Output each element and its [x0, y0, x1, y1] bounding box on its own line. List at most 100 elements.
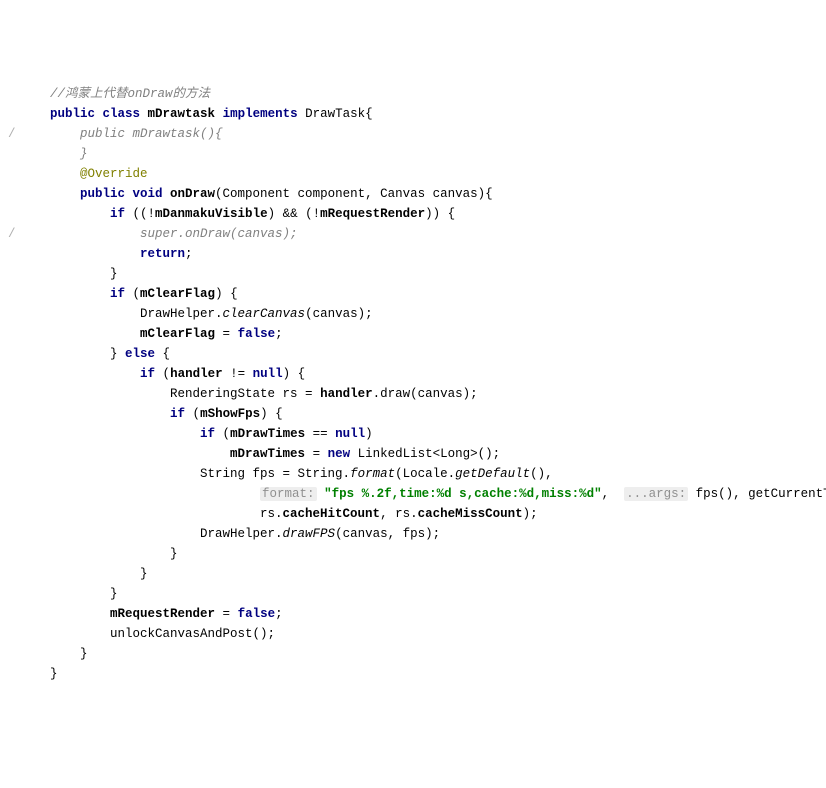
code-token: //鸿蒙上代替onDraw的方法: [20, 87, 210, 101]
code-token: [20, 607, 110, 621]
code-token: ) && (!: [268, 207, 321, 221]
code-line[interactable]: }: [8, 644, 826, 664]
code-line[interactable]: }: [8, 564, 826, 584]
code-line[interactable]: String fps = String.format(Locale.getDef…: [8, 464, 826, 484]
code-line[interactable]: @Override: [8, 164, 826, 184]
code-token: }: [20, 547, 178, 561]
code-line[interactable]: if (mDrawTimes == null): [8, 424, 826, 444]
code-token: ) {: [260, 407, 283, 421]
code-token: ): [365, 427, 373, 441]
code-content: rs.cacheHitCount, rs.cacheMissCount);: [20, 507, 538, 521]
code-token: [20, 447, 230, 461]
code-token: unlockCanvasAndPost();: [20, 627, 275, 641]
code-content: if (handler != null) {: [20, 367, 305, 381]
code-line[interactable]: }: [8, 584, 826, 604]
code-content: @Override: [20, 167, 148, 181]
code-token: ;: [275, 327, 283, 341]
code-token: DrawHelper.: [20, 527, 283, 541]
code-token: if: [140, 367, 163, 381]
code-line[interactable]: public class mDrawtask implements DrawTa…: [8, 104, 826, 124]
code-token: mDrawtask: [148, 107, 223, 121]
code-token: public mDrawtask(){: [20, 127, 223, 141]
code-line[interactable]: }: [8, 144, 826, 164]
code-token: (),: [530, 467, 553, 481]
code-line[interactable]: } else {: [8, 344, 826, 364]
code-line[interactable]: mRequestRender = false;: [8, 604, 826, 624]
code-line[interactable]: RenderingState rs = handler.draw(canvas)…: [8, 384, 826, 404]
code-token: }: [20, 347, 125, 361]
code-token: if: [110, 287, 133, 301]
code-line[interactable]: mClearFlag = false;: [8, 324, 826, 344]
code-content: public class mDrawtask implements DrawTa…: [20, 107, 373, 121]
code-token: new: [328, 447, 358, 461]
code-line[interactable]: mDrawTimes = new LinkedList<Long>();: [8, 444, 826, 464]
code-content: DrawHelper.drawFPS(canvas, fps);: [20, 527, 440, 541]
code-token: =: [223, 327, 238, 341]
code-token: implements: [223, 107, 306, 121]
code-token: ) {: [283, 367, 306, 381]
code-token: (Locale.: [395, 467, 455, 481]
code-token: }: [20, 587, 118, 601]
code-token: mDrawTimes: [230, 447, 313, 461]
code-token: [20, 207, 110, 221]
code-token: rs.: [20, 507, 283, 521]
code-token: DrawHelper.: [20, 307, 223, 321]
code-line[interactable]: rs.cacheHitCount, rs.cacheMissCount);: [8, 504, 826, 524]
code-token: DrawTask{: [305, 107, 373, 121]
code-token: (canvas, fps);: [335, 527, 440, 541]
code-token: (canvas);: [305, 307, 373, 321]
code-content: RenderingState rs = handler.draw(canvas)…: [20, 387, 478, 401]
code-line[interactable]: }: [8, 264, 826, 284]
code-token: =: [223, 607, 238, 621]
code-token: "fps %.2f,time:%d s,cache:%d,miss:%d": [324, 487, 602, 501]
code-line[interactable]: return;: [8, 244, 826, 264]
code-line[interactable]: / super.onDraw(canvas);: [8, 224, 826, 244]
code-token: !=: [230, 367, 253, 381]
code-token: , rs.: [380, 507, 418, 521]
code-content: }: [20, 567, 148, 581]
code-token: mShowFps: [200, 407, 260, 421]
code-line[interactable]: / public mDrawtask(){: [8, 124, 826, 144]
code-content: } else {: [20, 347, 170, 361]
code-token: handler: [320, 387, 373, 401]
code-content: if ((!mDanmakuVisible) && (!mRequestRend…: [20, 207, 455, 221]
code-line[interactable]: if (handler != null) {: [8, 364, 826, 384]
code-token: {: [163, 347, 171, 361]
code-token: mClearFlag: [140, 287, 215, 301]
code-token: @Override: [80, 167, 148, 181]
code-token: .draw(canvas);: [373, 387, 478, 401]
code-line[interactable]: DrawHelper.clearCanvas(canvas);: [8, 304, 826, 324]
code-token: false: [238, 327, 276, 341]
code-token: }: [20, 147, 88, 161]
code-line[interactable]: DrawHelper.drawFPS(canvas, fps);: [8, 524, 826, 544]
code-token: (: [163, 367, 171, 381]
code-line[interactable]: //鸿蒙上代替onDraw的方法: [8, 84, 826, 104]
code-token: ((!: [133, 207, 156, 221]
code-line[interactable]: if (mShowFps) {: [8, 404, 826, 424]
code-line[interactable]: if ((!mDanmakuVisible) && (!mRequestRend…: [8, 204, 826, 224]
code-content: }: [20, 147, 88, 161]
code-token: [20, 187, 80, 201]
code-token: ;: [275, 607, 283, 621]
code-line[interactable]: }: [8, 664, 826, 684]
code-editor[interactable]: //鸿蒙上代替onDraw的方法 public class mDrawtask …: [8, 84, 826, 684]
code-line[interactable]: unlockCanvasAndPost();: [8, 624, 826, 644]
code-line[interactable]: public void onDraw(Component component, …: [8, 184, 826, 204]
code-content: if (mClearFlag) {: [20, 287, 238, 301]
code-token: (Component component, Canvas canvas){: [215, 187, 493, 201]
code-line[interactable]: format: "fps %.2f,time:%d s,cache:%d,mis…: [8, 484, 826, 504]
code-token: [20, 247, 140, 261]
code-content: DrawHelper.clearCanvas(canvas);: [20, 307, 373, 321]
code-token: mRequestRender: [110, 607, 223, 621]
gutter-marker: /: [8, 124, 20, 144]
code-token: else: [125, 347, 163, 361]
code-token: null: [335, 427, 365, 441]
code-content: mRequestRender = false;: [20, 607, 283, 621]
code-token: [20, 427, 200, 441]
code-content: String fps = String.format(Locale.getDef…: [20, 467, 553, 481]
code-content: }: [20, 647, 88, 661]
code-line[interactable]: }: [8, 544, 826, 564]
code-line[interactable]: if (mClearFlag) {: [8, 284, 826, 304]
code-content: }: [20, 587, 118, 601]
code-token: String fps = String.: [20, 467, 350, 481]
